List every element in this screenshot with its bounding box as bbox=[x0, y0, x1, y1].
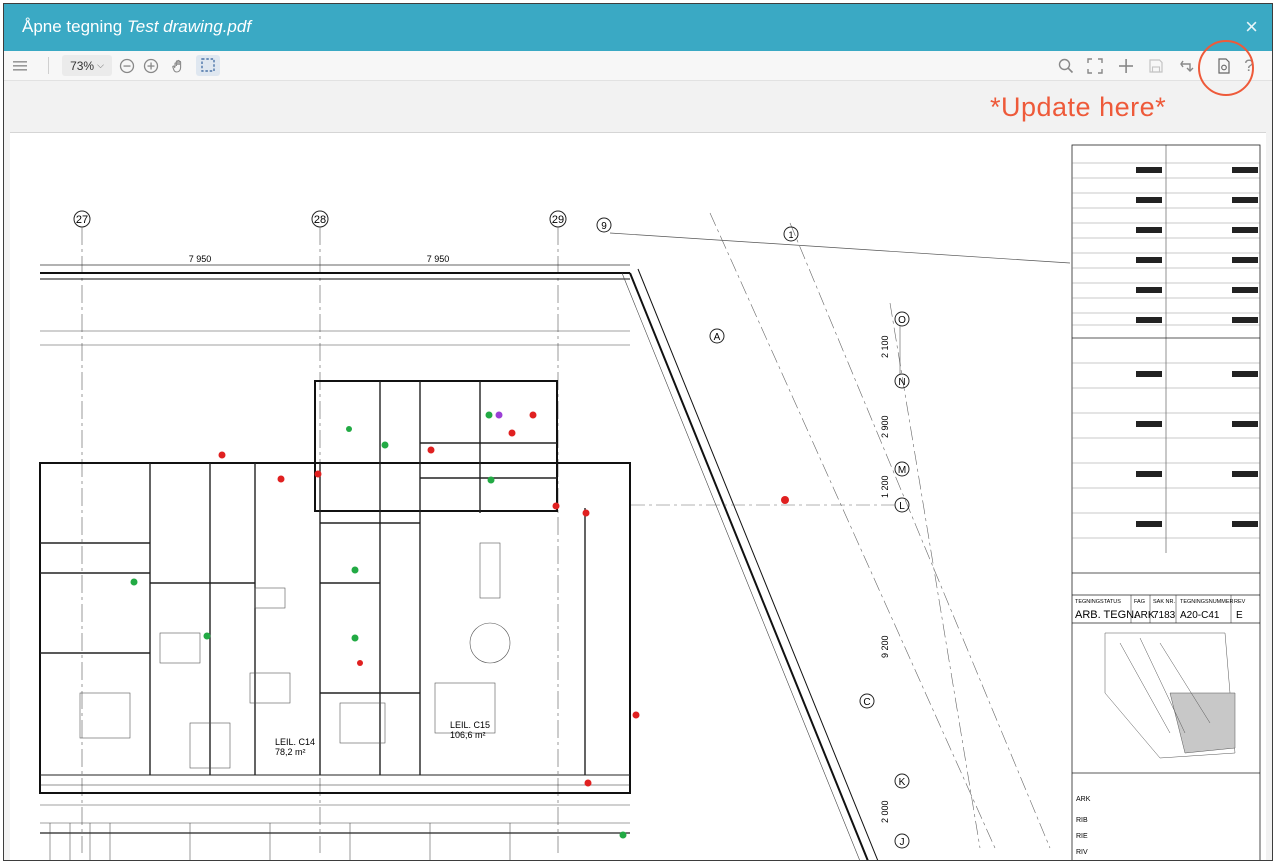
chevron-down-icon: ⌵ bbox=[97, 60, 104, 70]
unit-area: 106,6 m² bbox=[450, 730, 486, 740]
axis-bubble-M: M bbox=[894, 461, 910, 477]
title-block-label: REV bbox=[1234, 599, 1246, 605]
discipline-label: RIE bbox=[1076, 833, 1088, 840]
open-drawing-dialog: Åpne tegning Test drawing.pdf × 73% ⌵ ? … bbox=[3, 3, 1273, 861]
title-block-label: SAK NR. bbox=[1153, 599, 1175, 605]
search-icon[interactable] bbox=[1056, 51, 1076, 80]
legend-sheet: TEGNINGSTATUS ARB. TEGN. FAG ARK SAK NR.… bbox=[1071, 144, 1261, 860]
svg-text:K: K bbox=[899, 777, 906, 788]
svg-text:N: N bbox=[898, 377, 905, 388]
svg-text:29: 29 bbox=[552, 214, 564, 226]
svg-text:1: 1 bbox=[788, 230, 793, 240]
title-block-label: TEGNINGSTATUS bbox=[1075, 599, 1121, 605]
axis-bubble-J: J bbox=[894, 833, 910, 849]
select-area-button[interactable] bbox=[196, 55, 220, 76]
dialog-titlebar: Åpne tegning Test drawing.pdf × bbox=[4, 4, 1272, 51]
close-icon[interactable]: × bbox=[1245, 14, 1258, 40]
axis-bubble-K: K bbox=[894, 773, 910, 789]
svg-text:C: C bbox=[863, 697, 870, 708]
axis-bubble-C: C bbox=[859, 693, 875, 709]
title-block-fag: ARK bbox=[1134, 610, 1155, 621]
annotation-circle bbox=[1198, 40, 1254, 96]
fullscreen-icon[interactable] bbox=[1085, 51, 1105, 80]
pan-hand-icon[interactable] bbox=[168, 51, 190, 80]
svg-text:J: J bbox=[900, 837, 905, 848]
svg-text:M: M bbox=[898, 465, 906, 476]
rotate-icon[interactable] bbox=[1176, 51, 1196, 80]
zoom-select[interactable]: 73% ⌵ bbox=[62, 55, 112, 76]
svg-text:9: 9 bbox=[601, 221, 607, 232]
axis-bubble-L: L bbox=[894, 497, 910, 513]
grid-bubble-27: 27 bbox=[73, 210, 91, 228]
add-icon[interactable] bbox=[1116, 51, 1136, 80]
issue-markers bbox=[130, 411, 789, 839]
toolbar-divider bbox=[48, 57, 49, 74]
save-icon[interactable] bbox=[1146, 51, 1166, 80]
dim-label: 7 950 bbox=[427, 254, 450, 264]
floor-plan-drawing: 27 28 29 9 7 950 7 950 O N M L K J A C 1… bbox=[39, 144, 1261, 860]
title-block-saknr: 7183 bbox=[1153, 610, 1176, 621]
zoom-level: 73% bbox=[70, 58, 95, 73]
viewer-toolbar: 73% ⌵ ? bbox=[4, 51, 1272, 81]
discipline-label: RIB bbox=[1076, 817, 1088, 824]
title-prefix: Åpne tegning bbox=[22, 17, 123, 36]
axis-bubble-N: N bbox=[894, 373, 910, 389]
unit-label: LEIL. C14 bbox=[275, 737, 315, 747]
title-filename: Test drawing.pdf bbox=[126, 17, 252, 36]
dim-label: 1 200 bbox=[880, 475, 890, 498]
svg-text:O: O bbox=[898, 315, 906, 326]
svg-text:28: 28 bbox=[314, 214, 326, 226]
menu-icon[interactable] bbox=[10, 51, 30, 80]
svg-text:L: L bbox=[899, 501, 905, 512]
title-block-rev: E bbox=[1236, 610, 1243, 621]
dim-label: 2 100 bbox=[880, 335, 890, 358]
unit-area: 78,2 m² bbox=[275, 747, 306, 757]
dim-label: 2 000 bbox=[880, 800, 890, 823]
drawing-viewer[interactable]: 27 28 29 9 7 950 7 950 O N M L K J A C 1… bbox=[10, 132, 1266, 860]
dim-label: 7 950 bbox=[189, 254, 212, 264]
zoom-in-icon[interactable] bbox=[140, 51, 162, 80]
axis-bubble-O: O bbox=[894, 311, 910, 327]
title-block-label: FAG bbox=[1134, 599, 1145, 605]
axis-bubble-1: 1 bbox=[783, 226, 799, 242]
discipline-label: RIV bbox=[1076, 849, 1088, 856]
dim-label: 9 200 bbox=[880, 635, 890, 658]
title-block-tegnr: A20-C41 bbox=[1180, 610, 1220, 621]
annotation-text: *Update here* bbox=[990, 92, 1167, 122]
discipline-label: ARK bbox=[1076, 796, 1091, 803]
zoom-out-icon[interactable] bbox=[116, 51, 138, 80]
unit-label: LEIL. C15 bbox=[450, 720, 490, 730]
grid-bubble-29: 29 bbox=[549, 210, 567, 228]
grid-bubble-28: 28 bbox=[311, 210, 329, 228]
select-area-icon bbox=[201, 58, 215, 72]
svg-text:A: A bbox=[714, 332, 721, 343]
axis-bubble-A: A bbox=[709, 328, 725, 344]
svg-text:27: 27 bbox=[76, 214, 88, 226]
dim-label: 2 900 bbox=[880, 415, 890, 438]
title-block-status: ARB. TEGN. bbox=[1075, 609, 1137, 621]
dialog-title: Åpne tegning Test drawing.pdf bbox=[22, 17, 251, 37]
title-block-label: TEGNINGSNUMMER bbox=[1180, 599, 1234, 605]
grid-bubble-9: 9 bbox=[596, 217, 612, 233]
